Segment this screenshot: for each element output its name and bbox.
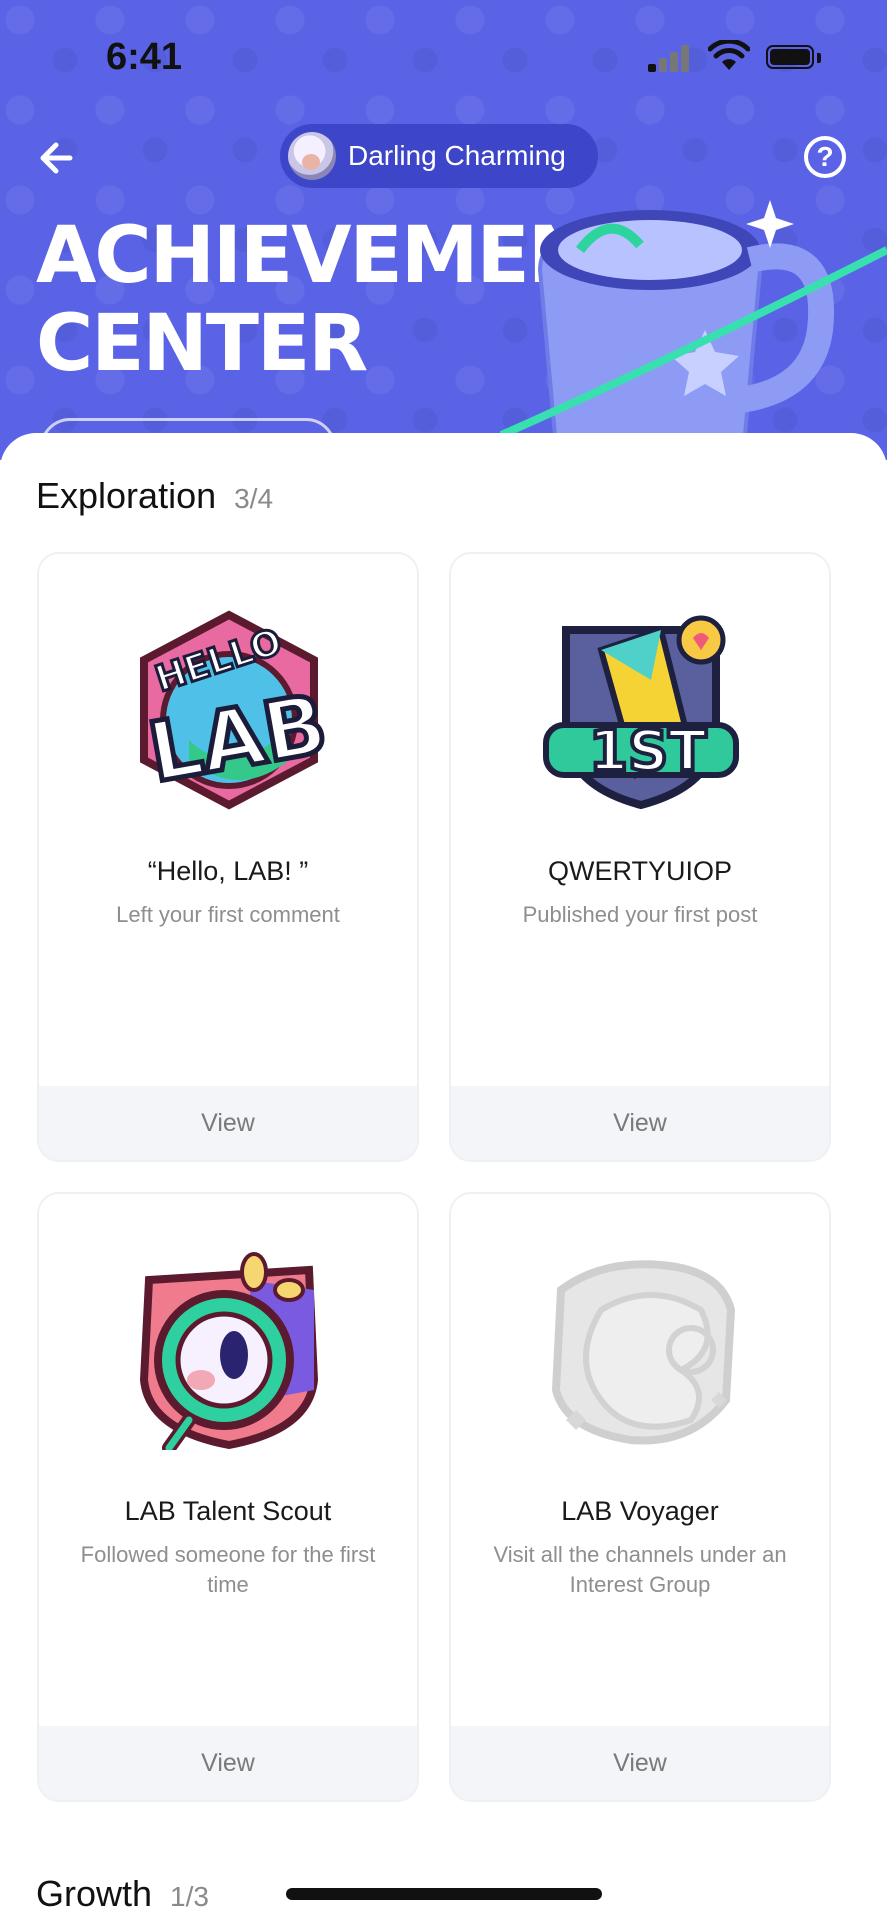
hello-lab-badge-icon: HELLO LAB: [139, 610, 329, 810]
view-button[interactable]: View: [39, 1726, 417, 1800]
help-icon[interactable]: ?: [804, 136, 846, 178]
signal-icon: [648, 44, 692, 72]
first-post-badge-icon: 1ST: [543, 615, 739, 810]
section-title-text: Exploration: [36, 475, 217, 516]
status-bar: 6:41: [0, 0, 887, 110]
achievement-card: 1ST QWERTYUIOP Published your first post…: [449, 552, 831, 1162]
user-name: Darling Charming: [348, 140, 566, 171]
achievement-desc: Published your first post: [522, 902, 758, 927]
achievement-card: LAB Voyager Visit all the channels under…: [449, 1192, 831, 1802]
section-title-exploration: Exploration 3/4: [36, 475, 273, 517]
status-time: 6:41: [106, 36, 183, 78]
avatar: [288, 132, 336, 180]
content-sheet: Exploration 3/4 HELLO LAB “Hello, LAB! ” …: [0, 433, 887, 1920]
section-count: 3/4: [234, 483, 274, 514]
view-button[interactable]: View: [451, 1086, 829, 1160]
achievement-desc: Followed someone for the first time: [80, 1542, 376, 1597]
section-title-text: Growth: [36, 1873, 153, 1914]
achievement-name: LAB Talent Scout: [124, 1496, 332, 1526]
section-title-growth: Growth 1/3: [36, 1873, 209, 1915]
achievement-desc: Left your first comment: [116, 902, 340, 927]
achievement-desc: Visit all the channels under an Interest…: [493, 1542, 787, 1597]
user-pill[interactable]: Darling Charming: [280, 124, 598, 188]
achievement-name: LAB Voyager: [561, 1496, 719, 1526]
battery-icon: [766, 45, 822, 71]
home-indicator[interactable]: [286, 1888, 602, 1900]
talent-scout-badge-icon: [139, 1252, 319, 1450]
view-button[interactable]: View: [451, 1726, 829, 1800]
achievement-card: LAB Talent Scout Followed someone for th…: [37, 1192, 419, 1802]
trophy-icon: [500, 200, 887, 460]
achievement-card: HELLO LAB “Hello, LAB! ” Left your first…: [37, 552, 419, 1162]
section-count: 1/3: [170, 1881, 209, 1912]
view-button[interactable]: View: [39, 1086, 417, 1160]
achievement-header: 6:41 Darling Charming ? ACHIEVEMENT CENT…: [0, 0, 887, 460]
voyager-badge-locked-icon: [551, 1260, 736, 1445]
achievement-name: “Hello, LAB! ”: [147, 856, 309, 886]
wifi-icon: [708, 40, 750, 70]
back-arrow-icon[interactable]: [34, 132, 86, 184]
achievement-name: QWERTYUIOP: [547, 856, 733, 886]
svg-text:1ST: 1ST: [589, 719, 707, 784]
